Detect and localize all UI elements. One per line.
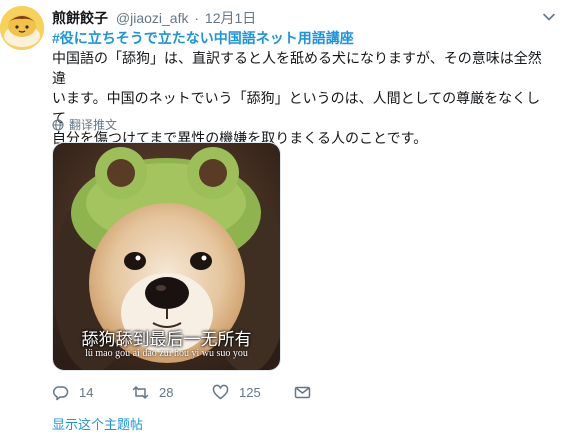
avatar-pudding-image: [0, 6, 44, 50]
like-button[interactable]: 125: [212, 384, 261, 401]
tweet-text: #役に立ちそうで立たない中国語ネット用語講座 中国語の「舔狗」は、直訳すると人を…: [52, 28, 552, 148]
heart-icon: [212, 384, 229, 400]
author-handle[interactable]: @jiaozi_afk: [116, 10, 189, 26]
translate-label: 翻译推文: [69, 118, 118, 132]
direct-message-button[interactable]: [294, 384, 311, 401]
avatar[interactable]: [0, 6, 44, 50]
tweet-body-line: います。中国のネットでいう「舔狗」というのは、人間としての尊厳をなくして: [52, 90, 541, 126]
globe-icon: [52, 118, 64, 131]
separator-dot: ·: [194, 10, 200, 26]
image-caption-pinyin: lü mao gou ai dao zui hou yi wu suo you: [85, 348, 248, 359]
reply-button[interactable]: 14: [52, 384, 93, 401]
hashtag-link[interactable]: #役に立ちそうで立たない中国語ネット用語講座: [52, 28, 552, 48]
retweet-icon: [132, 386, 149, 399]
tweet-body-line: 中国語の「舔狗」は、直訳すると人を舐める犬になりますが、その意味は全然違: [52, 50, 542, 86]
author-name[interactable]: 煎餅餃子: [52, 10, 108, 26]
tweet-actions: 14 28 125: [52, 384, 382, 404]
image-caption: 舔狗舔到最后一无所有: [81, 330, 252, 350]
caret-down-icon[interactable]: [542, 10, 556, 24]
message-icon: [294, 386, 311, 399]
tweet-media-image[interactable]: 舔狗舔到最后一无所有 lü mao gou ai dao zui hou yi …: [52, 142, 281, 371]
retweet-count: 28: [159, 385, 174, 400]
tweet-date[interactable]: 12月1日: [205, 10, 256, 26]
translate-tweet-link[interactable]: 翻译推文: [52, 116, 117, 133]
retweet-button[interactable]: 28: [132, 384, 173, 401]
reply-icon: [53, 386, 69, 401]
like-count: 125: [239, 385, 261, 400]
tweet-header: 煎餅餃子 @jiaozi_afk · 12月1日: [52, 9, 256, 27]
show-thread-link[interactable]: 显示这个主题帖: [52, 414, 143, 433]
reply-count: 14: [79, 385, 94, 400]
